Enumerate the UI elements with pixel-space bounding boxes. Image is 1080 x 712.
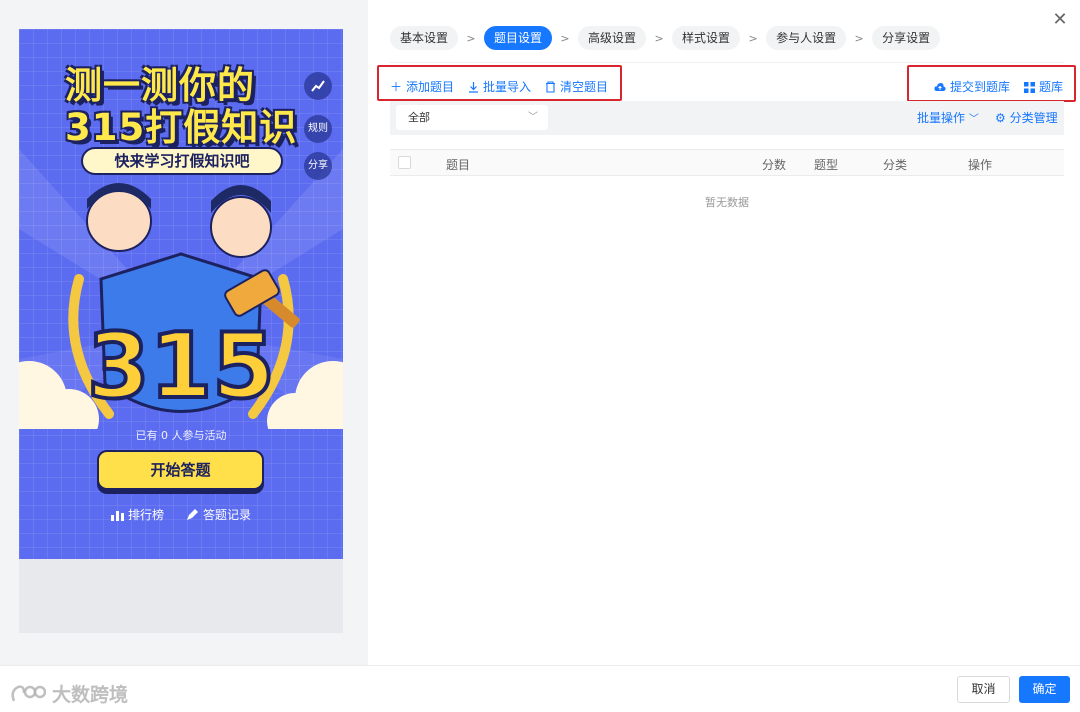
submit-to-bank-button[interactable]: 提交到题库 — [934, 78, 1010, 96]
cloud-upload-icon — [934, 83, 946, 91]
answer-record-label: 答题记录 — [203, 508, 252, 522]
category-manage-button[interactable]: ⚙ 分类管理 — [995, 109, 1058, 126]
category-manage-label: 分类管理 — [1009, 111, 1058, 125]
question-bank-button[interactable]: 题库 — [1024, 78, 1063, 96]
watermark: 大数跨境 — [10, 680, 128, 707]
column-header-score: 分数 — [762, 158, 787, 172]
category-select-value: 全部 — [408, 111, 430, 124]
rules-button[interactable]: 规则 — [304, 115, 332, 143]
batch-operations-label: 批量操作 — [917, 111, 966, 125]
column-header-question: 题目 — [446, 158, 471, 172]
poster-title-line2: 315打假知识 — [65, 106, 298, 149]
batch-operations-dropdown[interactable]: 批量操作 ﹀ — [917, 109, 979, 126]
download-icon — [469, 81, 479, 93]
chevron-down-icon: ﹀ — [968, 114, 979, 125]
shield-number: 315 — [87, 314, 275, 419]
activity-poster: 测一测你的 315打假知识 快来学习打假知识吧 规则 分享 315 已有 0 人… — [19, 29, 343, 559]
leaderboard-link[interactable]: 排行榜 — [110, 506, 164, 523]
submit-to-bank-label: 提交到题库 — [950, 80, 1011, 94]
watermark-text: 大数跨境 — [52, 684, 129, 706]
watermark-logo-icon — [11, 684, 46, 701]
close-icon[interactable]: ✕ — [1051, 11, 1069, 29]
chevron-right-icon: > — [466, 31, 476, 45]
clear-questions-button[interactable]: 清空题目 — [545, 78, 608, 96]
step-nav: 基本设置 > 题目设置 > 高级设置 > 样式设置 > 参与人设置 > 分享设置 — [390, 26, 941, 50]
leaderboard-label: 排行榜 — [127, 508, 164, 522]
stats-icon[interactable] — [304, 72, 332, 100]
start-quiz-button[interactable]: 开始答题 — [97, 450, 264, 490]
plus-icon: ＋ — [390, 80, 403, 94]
step-advanced[interactable]: 高级设置 — [578, 26, 647, 50]
batch-import-button[interactable]: 批量导入 — [468, 78, 531, 96]
step-share[interactable]: 分享设置 — [872, 26, 941, 50]
edit-icon — [187, 508, 198, 520]
chevron-down-icon: ﹀ — [528, 112, 538, 123]
grid-icon — [1024, 81, 1036, 93]
chevron-right-icon: > — [748, 31, 758, 45]
category-select[interactable]: 全部 ﹀ — [396, 105, 548, 130]
poster-title-line1: 测一测你的 — [65, 64, 255, 107]
participant-count: 已有 0 人参与活动 — [135, 429, 227, 442]
chevron-right-icon: > — [654, 31, 664, 45]
select-all-checkbox[interactable] — [398, 156, 411, 169]
gear-icon: ⚙ — [995, 111, 1006, 125]
step-style[interactable]: 样式设置 — [672, 26, 741, 50]
batch-import-label: 批量导入 — [483, 80, 532, 94]
cancel-button[interactable]: 取消 — [957, 676, 1010, 703]
trash-icon — [546, 81, 556, 93]
empty-state-text: 暂无数据 — [705, 196, 749, 209]
question-table-header: 题目 分数 题型 分类 操作 — [390, 149, 1064, 176]
add-question-button[interactable]: ＋ 添加题目 — [390, 78, 454, 96]
divider — [390, 62, 1064, 63]
step-basic[interactable]: 基本设置 — [390, 26, 459, 50]
question-toolbar: ＋ 添加题目 批量导入 清空题目 — [390, 78, 608, 96]
filter-bar: 全部 ﹀ 批量操作 ﹀ ⚙ 分类管理 — [390, 101, 1064, 135]
step-participants[interactable]: 参与人设置 — [766, 26, 847, 50]
confirm-button[interactable]: 确定 — [1019, 676, 1070, 703]
step-questions[interactable]: 题目设置 — [484, 26, 553, 50]
bank-toolbar: 提交到题库 题库 — [934, 78, 1063, 96]
column-header-category: 分类 — [883, 158, 908, 172]
column-header-type: 题型 — [814, 158, 839, 172]
poster-illustration: 315 — [19, 183, 343, 429]
question-bank-label: 题库 — [1039, 80, 1064, 94]
preview-phone-footer — [19, 558, 343, 633]
bar-chart-icon — [110, 510, 124, 521]
add-question-label: 添加题目 — [406, 80, 455, 94]
answer-record-link[interactable]: 答题记录 — [186, 506, 251, 523]
column-header-actions: 操作 — [968, 158, 993, 172]
footer-divider — [0, 665, 1080, 666]
clear-questions-label: 清空题目 — [560, 80, 609, 94]
chevron-right-icon: > — [560, 31, 570, 45]
chevron-right-icon: > — [854, 31, 864, 45]
